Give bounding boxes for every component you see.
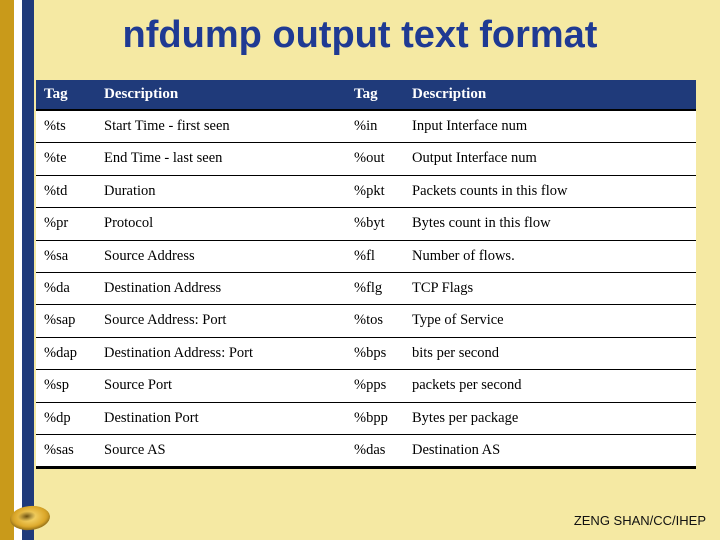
table-row: %saSource Address%flNumber of flows. [36,240,696,272]
cell-tag-left: %sap [36,305,96,337]
cell-desc-right: packets per second [404,370,696,402]
cell-tag-right: %pps [346,370,404,402]
cell-tag-right: %pkt [346,175,404,207]
cell-desc-left: Source Address [96,240,346,272]
header-desc-right: Description [404,80,696,110]
footer-credit: ZENG SHAN/CC/IHEP [574,513,706,528]
cell-desc-right: Destination AS [404,434,696,466]
cell-tag-right: %tos [346,305,404,337]
cell-desc-right: TCP Flags [404,272,696,304]
cell-desc-left: End Time - last seen [96,143,346,175]
header-desc-left: Description [96,80,346,110]
cell-tag-right: %byt [346,208,404,240]
format-table-container: Tag Description Tag Description %tsStart… [36,80,696,469]
cell-tag-right: %out [346,143,404,175]
cell-desc-right: Input Interface num [404,110,696,143]
cell-desc-left: Destination Address: Port [96,337,346,369]
table-row: %tsStart Time - first seen%inInput Inter… [36,110,696,143]
cell-tag-right: %bps [346,337,404,369]
cell-tag-left: %sas [36,434,96,466]
table-row: %prProtocol%bytBytes count in this flow [36,208,696,240]
table-header-row: Tag Description Tag Description [36,80,696,110]
header-tag-right: Tag [346,80,404,110]
table-row: %dapDestination Address: Port%bpsbits pe… [36,337,696,369]
cell-desc-left: Start Time - first seen [96,110,346,143]
cell-tag-left: %te [36,143,96,175]
table-row: %daDestination Address%flgTCP Flags [36,272,696,304]
cell-tag-right: %das [346,434,404,466]
left-decor-stripes [0,0,34,540]
table-row: %teEnd Time - last seen%outOutput Interf… [36,143,696,175]
cell-tag-right: %flg [346,272,404,304]
cell-desc-right: Number of flows. [404,240,696,272]
cell-tag-left: %ts [36,110,96,143]
cell-tag-left: %pr [36,208,96,240]
cell-desc-right: Packets counts in this flow [404,175,696,207]
cell-desc-left: Source Port [96,370,346,402]
table-row: %sasSource AS%dasDestination AS [36,434,696,466]
cell-tag-left: %dap [36,337,96,369]
cell-desc-left: Source AS [96,434,346,466]
cell-desc-right: Type of Service [404,305,696,337]
table-row: %dpDestination Port%bppBytes per package [36,402,696,434]
cell-desc-left: Destination Address [96,272,346,304]
cell-desc-left: Protocol [96,208,346,240]
cell-tag-right: %in [346,110,404,143]
cell-desc-right: Output Interface num [404,143,696,175]
cell-desc-right: Bytes count in this flow [404,208,696,240]
table-row: %sapSource Address: Port%tosType of Serv… [36,305,696,337]
cell-desc-right: Bytes per package [404,402,696,434]
table-row: %tdDuration%pktPackets counts in this fl… [36,175,696,207]
cell-tag-left: %da [36,272,96,304]
decor-bar-white [14,0,22,540]
table-row: %spSource Port%ppspackets per second [36,370,696,402]
cell-tag-right: %fl [346,240,404,272]
cell-tag-right: %bpp [346,402,404,434]
cell-desc-left: Duration [96,175,346,207]
cell-desc-right: bits per second [404,337,696,369]
format-table: Tag Description Tag Description %tsStart… [36,80,696,466]
cell-tag-left: %sp [36,370,96,402]
decor-bar-gold [0,0,14,540]
decor-bar-blue [22,0,34,540]
cell-tag-left: %dp [36,402,96,434]
cell-tag-left: %td [36,175,96,207]
cell-desc-left: Destination Port [96,402,346,434]
cell-desc-left: Source Address: Port [96,305,346,337]
cell-tag-left: %sa [36,240,96,272]
slide-title: nfdump output text format [0,0,720,63]
header-tag-left: Tag [36,80,96,110]
